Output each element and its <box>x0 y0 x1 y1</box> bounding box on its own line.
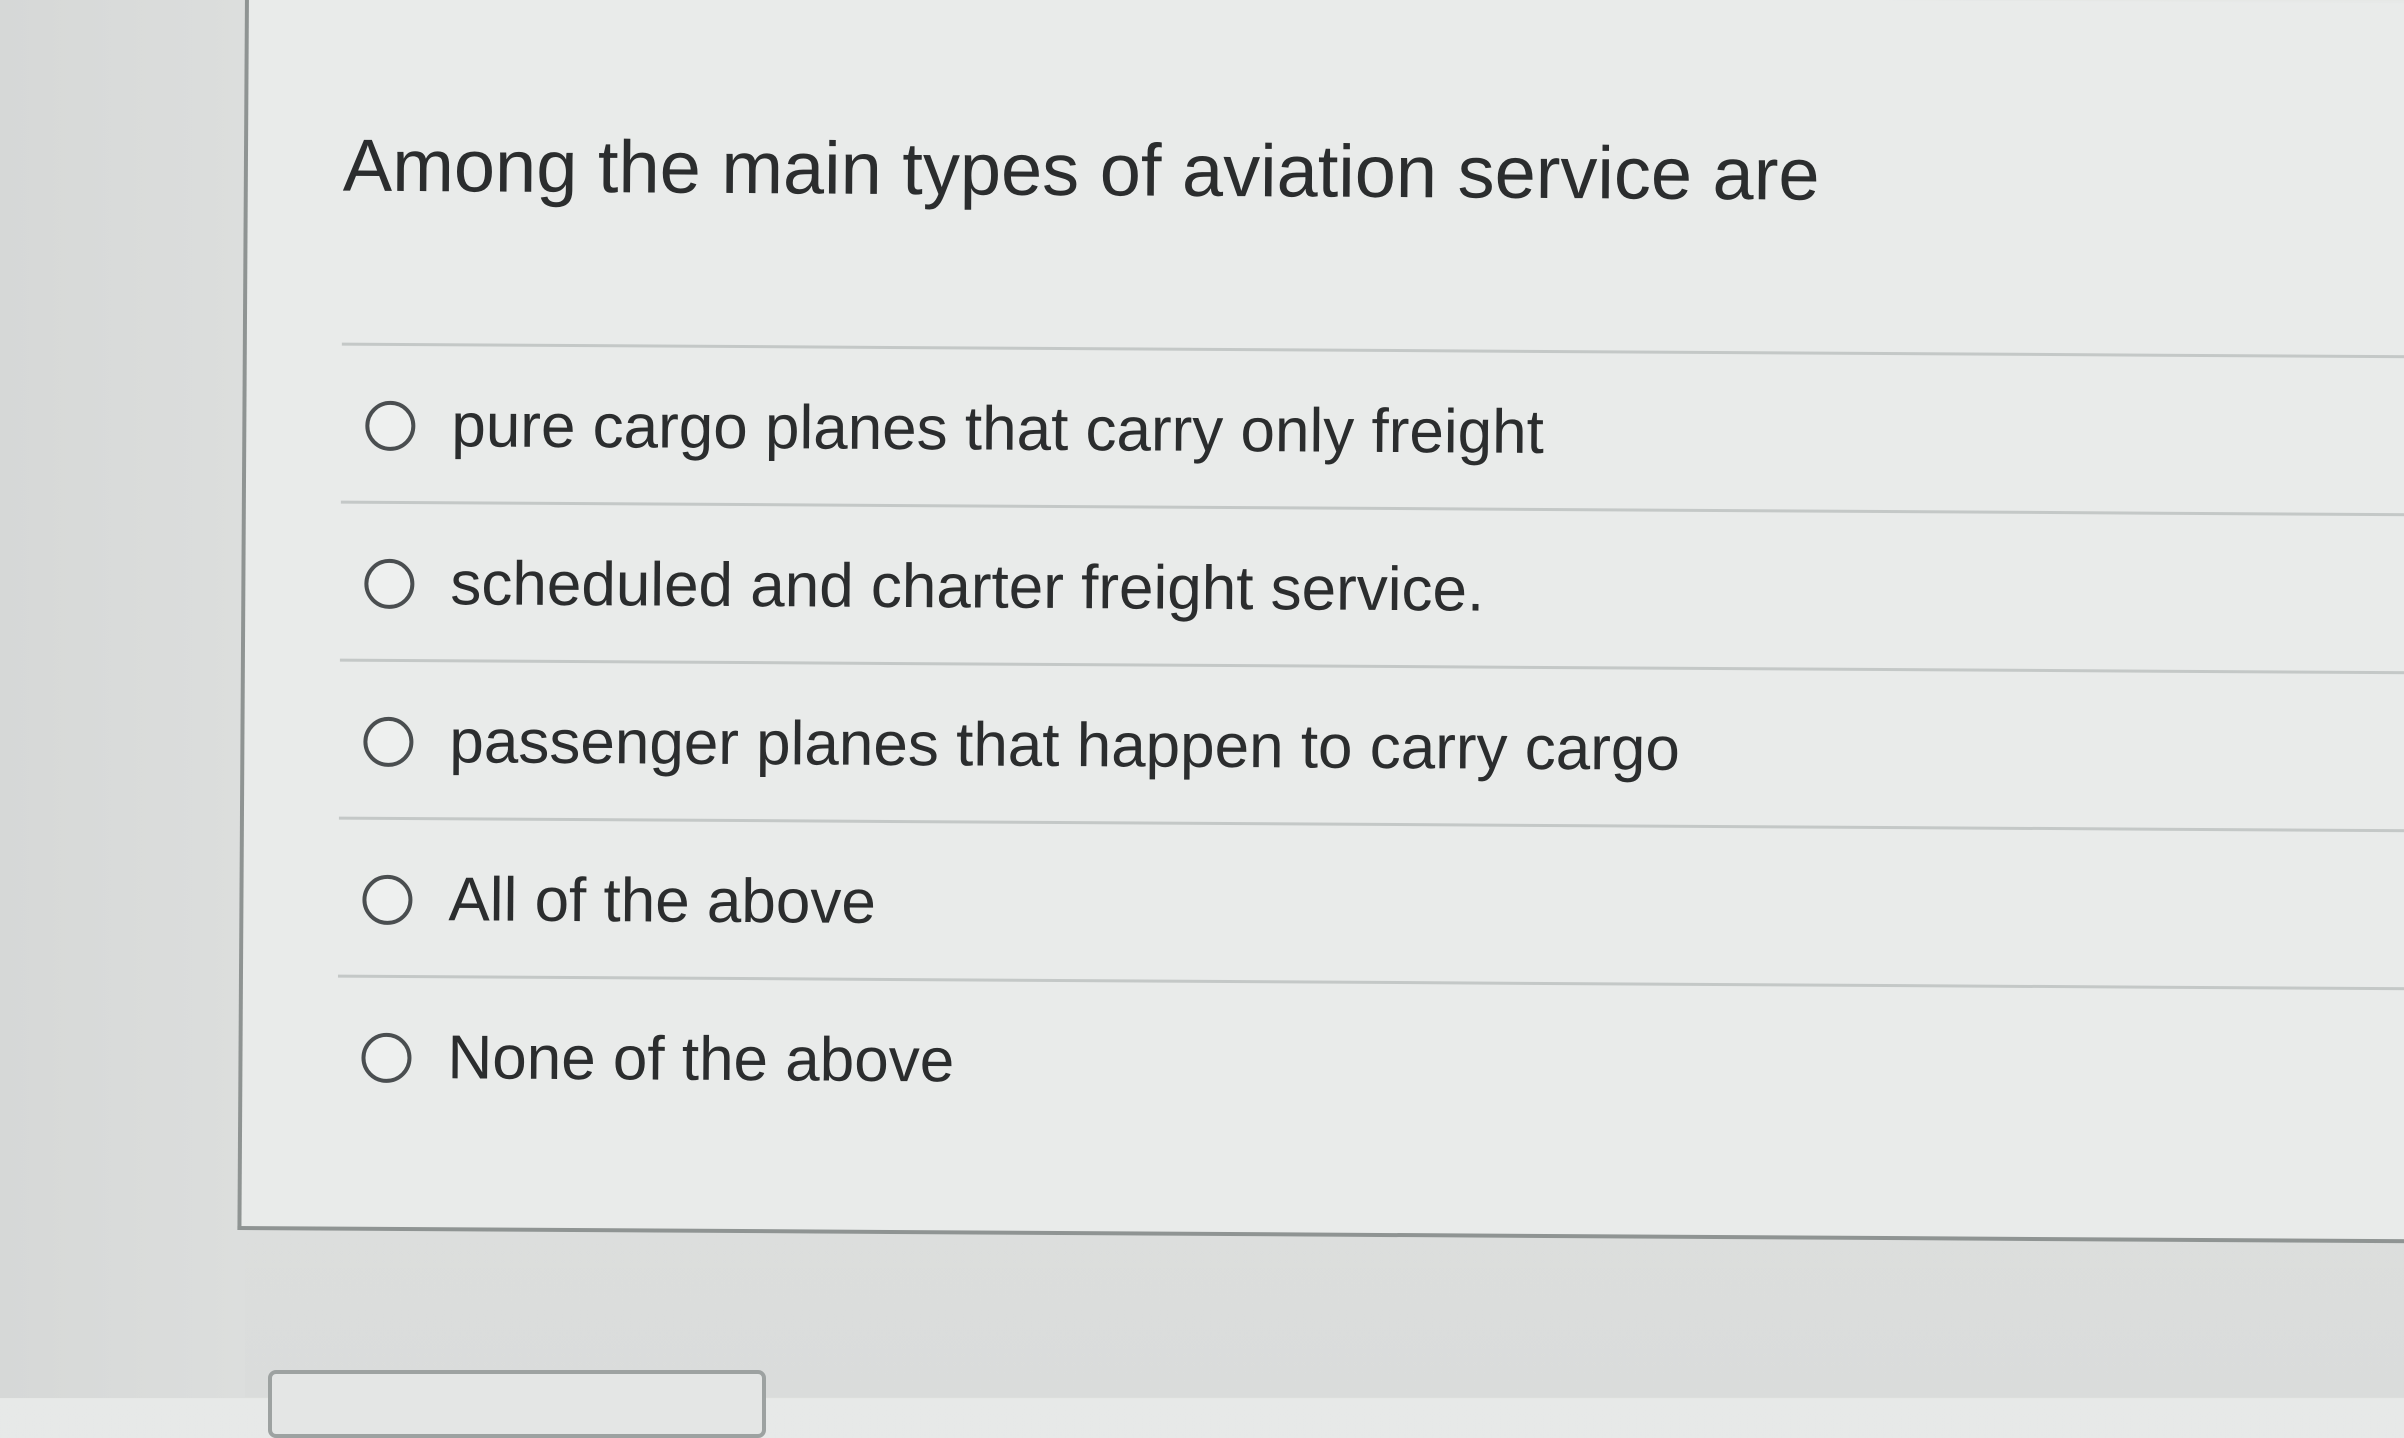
answer-label: All of the above <box>448 865 877 937</box>
radio-button[interactable] <box>363 716 414 768</box>
radio-button[interactable] <box>365 400 416 452</box>
answer-option-2[interactable]: scheduled and charter freight service. <box>339 503 2404 675</box>
next-question-card-edge <box>268 1370 766 1438</box>
radio-button[interactable] <box>364 558 415 610</box>
radio-button[interactable] <box>361 1032 412 1084</box>
answer-option-1[interactable]: pure cargo planes that carry only freigh… <box>340 345 2404 517</box>
answer-label: None of the above <box>447 1023 955 1096</box>
answer-option-4[interactable]: All of the above <box>337 819 2404 991</box>
answer-option-5[interactable]: None of the above <box>337 978 2404 1149</box>
answer-label: pure cargo planes that carry only freigh… <box>451 391 1545 467</box>
radio-button[interactable] <box>362 874 413 926</box>
question-card: Among the main types of aviation service… <box>237 0 2404 1244</box>
answer-option-3[interactable]: passenger planes that happen to carry ca… <box>338 661 2404 833</box>
page-left-margin <box>0 0 245 1398</box>
answer-list: pure cargo planes that carry only freigh… <box>337 342 2404 1149</box>
answer-label: passenger planes that happen to carry ca… <box>449 707 1681 784</box>
question-text: Among the main types of aviation service… <box>342 123 1820 216</box>
answer-label: scheduled and charter freight service. <box>450 549 1485 625</box>
